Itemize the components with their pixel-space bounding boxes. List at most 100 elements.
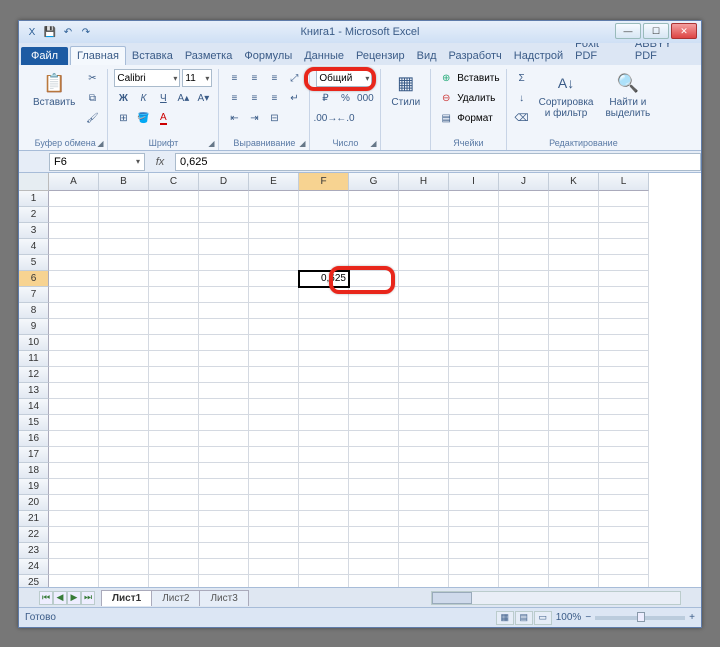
cell[interactable] — [449, 319, 499, 335]
cell[interactable] — [149, 303, 199, 319]
cell[interactable] — [199, 271, 249, 287]
cell[interactable] — [399, 287, 449, 303]
number-format-combo[interactable]: Общий▾ — [316, 69, 372, 87]
cell[interactable] — [599, 367, 649, 383]
cell[interactable] — [249, 447, 299, 463]
cell[interactable] — [299, 335, 349, 351]
row-header[interactable]: 21 — [19, 511, 49, 527]
row-header[interactable]: 13 — [19, 383, 49, 399]
cell[interactable] — [199, 255, 249, 271]
cell[interactable] — [199, 479, 249, 495]
cell[interactable] — [299, 527, 349, 543]
cell[interactable] — [249, 271, 299, 287]
dialog-launcher-icon[interactable]: ◢ — [297, 138, 307, 148]
cell[interactable] — [349, 431, 399, 447]
cell[interactable] — [549, 239, 599, 255]
cell[interactable] — [349, 383, 399, 399]
cell[interactable] — [49, 495, 99, 511]
cell[interactable] — [199, 335, 249, 351]
decrease-decimal-button[interactable]: ←.0 — [336, 109, 354, 127]
cell[interactable] — [449, 239, 499, 255]
cell[interactable] — [449, 351, 499, 367]
cell[interactable] — [99, 367, 149, 383]
fill-button[interactable]: ↓ — [513, 89, 531, 107]
cell[interactable] — [299, 543, 349, 559]
tab-формулы[interactable]: Формулы — [238, 47, 298, 65]
cell[interactable] — [399, 543, 449, 559]
cell[interactable] — [199, 319, 249, 335]
cell[interactable] — [299, 399, 349, 415]
cell[interactable] — [449, 559, 499, 575]
cell[interactable] — [299, 431, 349, 447]
cell[interactable] — [99, 383, 149, 399]
row-header[interactable]: 19 — [19, 479, 49, 495]
cell[interactable] — [299, 239, 349, 255]
cell[interactable] — [249, 303, 299, 319]
shrink-font-button[interactable]: A▾ — [194, 89, 212, 107]
cell[interactable] — [449, 399, 499, 415]
cell[interactable] — [49, 559, 99, 575]
cell[interactable] — [449, 463, 499, 479]
cell[interactable] — [99, 287, 149, 303]
cell[interactable] — [199, 463, 249, 479]
cell[interactable] — [449, 255, 499, 271]
cell[interactable] — [349, 495, 399, 511]
dialog-launcher-icon[interactable]: ◢ — [95, 138, 105, 148]
cell[interactable] — [149, 255, 199, 271]
cell[interactable] — [249, 207, 299, 223]
cell[interactable] — [349, 575, 399, 587]
cell[interactable] — [99, 495, 149, 511]
cell[interactable] — [299, 447, 349, 463]
page-break-view-button[interactable]: ▭ — [534, 611, 552, 625]
cell[interactable] — [299, 255, 349, 271]
column-header[interactable]: L — [599, 173, 649, 191]
font-color-button[interactable]: A — [154, 109, 172, 127]
cell[interactable] — [249, 559, 299, 575]
row-header[interactable]: 8 — [19, 303, 49, 319]
cell-grid[interactable]: 0,625 — [49, 191, 701, 587]
cell[interactable] — [199, 383, 249, 399]
cell[interactable] — [49, 479, 99, 495]
cell[interactable] — [149, 527, 199, 543]
redo-icon[interactable]: ↷ — [79, 25, 93, 39]
tab-вставка[interactable]: Вставка — [126, 47, 179, 65]
cell[interactable] — [49, 351, 99, 367]
cell[interactable] — [499, 319, 549, 335]
cell[interactable] — [99, 511, 149, 527]
cell[interactable] — [199, 415, 249, 431]
cell[interactable] — [499, 447, 549, 463]
fill-color-button[interactable]: 🪣 — [134, 109, 152, 127]
cell[interactable] — [149, 431, 199, 447]
cell[interactable] — [199, 575, 249, 587]
cell[interactable] — [549, 511, 599, 527]
cell[interactable] — [299, 303, 349, 319]
row-header[interactable]: 18 — [19, 463, 49, 479]
cell[interactable] — [399, 271, 449, 287]
cell[interactable] — [49, 223, 99, 239]
row-header[interactable]: 9 — [19, 319, 49, 335]
cell[interactable] — [599, 239, 649, 255]
cell[interactable] — [449, 447, 499, 463]
cell[interactable] — [349, 559, 399, 575]
merge-button[interactable]: ⊟ — [265, 109, 283, 127]
grow-font-button[interactable]: A▴ — [174, 89, 192, 107]
cell[interactable] — [599, 495, 649, 511]
cell[interactable] — [399, 463, 449, 479]
zoom-in-button[interactable]: + — [689, 612, 695, 623]
cell[interactable] — [449, 367, 499, 383]
borders-button[interactable]: ⊞ — [114, 109, 132, 127]
dialog-launcher-icon[interactable]: ◢ — [206, 138, 216, 148]
row-header[interactable]: 6 — [19, 271, 49, 287]
undo-icon[interactable]: ↶ — [61, 25, 75, 39]
cell[interactable] — [99, 415, 149, 431]
cell[interactable] — [99, 543, 149, 559]
cell[interactable] — [549, 399, 599, 415]
cell[interactable] — [299, 495, 349, 511]
cell[interactable] — [449, 575, 499, 587]
cell[interactable] — [399, 495, 449, 511]
cell[interactable] — [549, 223, 599, 239]
cell[interactable] — [599, 351, 649, 367]
cell[interactable] — [399, 191, 449, 207]
cell[interactable] — [99, 239, 149, 255]
cell[interactable] — [49, 239, 99, 255]
